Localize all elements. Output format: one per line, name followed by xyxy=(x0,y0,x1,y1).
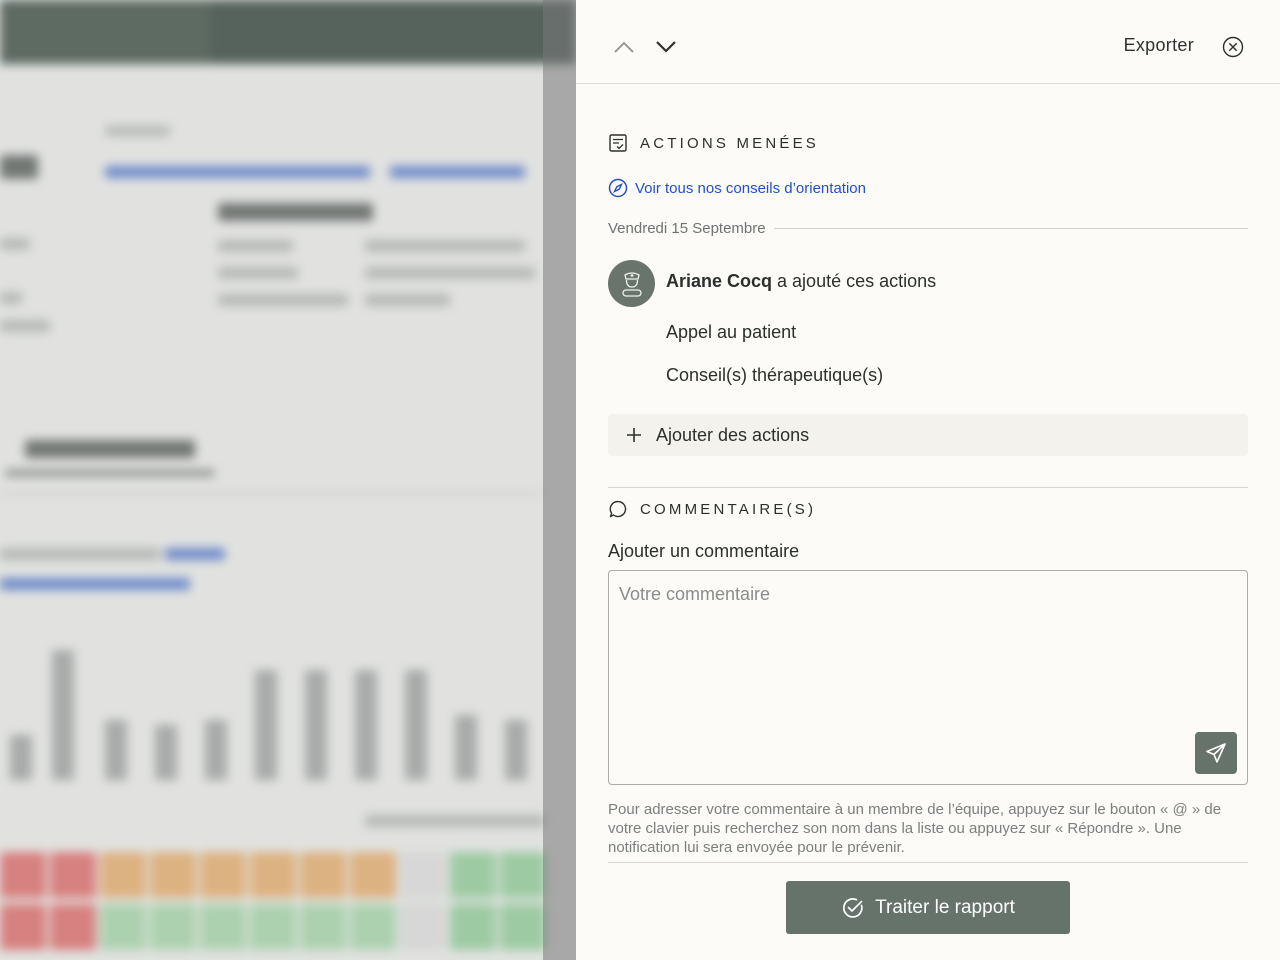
actions-section-title: ACTIONS MENÉES xyxy=(640,134,819,152)
report-side-panel: Exporter ACTIONS MENÉES Voir tous nos co… xyxy=(576,0,1280,960)
author-verb: a ajouté ces actions xyxy=(772,271,937,291)
add-actions-label: Ajouter des actions xyxy=(656,424,810,445)
comments-section-header: COMMENTAIRE(S) xyxy=(608,499,816,519)
comment-input[interactable] xyxy=(609,571,1247,784)
comments-section-title: COMMENTAIRE(S) xyxy=(640,500,817,518)
action-entry-author: Ariane Cocq a ajouté ces actions xyxy=(666,271,936,292)
plus-icon xyxy=(627,428,641,442)
process-report-label: Traiter le rapport xyxy=(875,896,1015,918)
checklist-icon xyxy=(609,134,627,152)
panel-toolbar: Exporter xyxy=(576,0,1280,84)
section-divider xyxy=(608,487,1248,488)
date-separator: Vendredi 15 Septembre xyxy=(608,220,1248,237)
comment-box xyxy=(608,570,1248,785)
next-report-button[interactable] xyxy=(653,34,679,60)
guidance-link-label: Voir tous nos conseils d’orientation xyxy=(635,179,866,197)
date-label: Vendredi 15 Septembre xyxy=(608,220,766,237)
avatar xyxy=(608,260,655,307)
author-name: Ariane Cocq xyxy=(666,271,773,291)
process-report-button[interactable]: Traiter le rapport xyxy=(786,881,1070,934)
chevron-down-icon xyxy=(656,41,676,53)
add-actions-button[interactable]: Ajouter des actions xyxy=(608,414,1248,456)
actions-section-header: ACTIONS MENÉES xyxy=(608,133,819,153)
action-item: Appel au patient xyxy=(666,322,797,342)
comment-hint: Pour adresser votre commentaire à un mem… xyxy=(608,801,1222,856)
nurse-avatar-icon xyxy=(621,271,642,297)
send-icon xyxy=(1206,743,1226,763)
chevron-up-icon xyxy=(614,41,634,53)
send-comment-button[interactable] xyxy=(1195,732,1237,774)
export-button[interactable]: Exporter xyxy=(1124,35,1194,56)
footer-divider xyxy=(608,862,1248,863)
close-circle-icon xyxy=(1222,36,1244,58)
panel-scrim xyxy=(543,0,576,960)
speech-bubble-icon xyxy=(609,500,627,518)
blurred-background-page xyxy=(0,0,576,960)
action-item: Conseil(s) thérapeutique(s) xyxy=(666,365,884,385)
comment-field-label: Ajouter un commentaire xyxy=(608,541,800,561)
compass-icon xyxy=(608,178,628,198)
check-circle-icon xyxy=(843,897,863,918)
previous-report-button[interactable] xyxy=(611,34,637,60)
close-panel-button[interactable] xyxy=(1222,36,1244,58)
guidance-link[interactable]: Voir tous nos conseils d’orientation xyxy=(608,178,866,198)
